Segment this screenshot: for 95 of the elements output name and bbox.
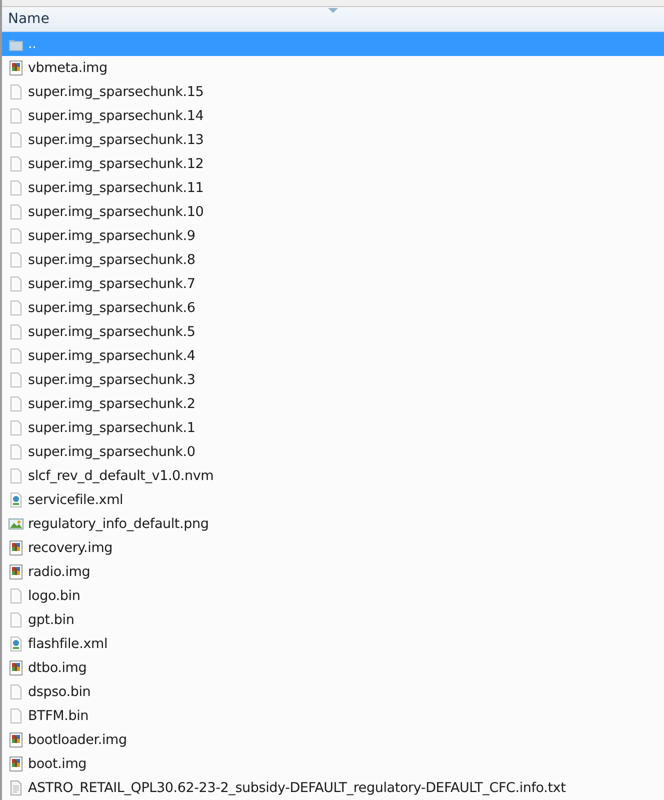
file-row[interactable]: recovery.img	[2, 536, 664, 560]
file-row[interactable]: super.img_sparsechunk.7	[2, 272, 664, 296]
file-name: logo.bin	[28, 588, 80, 604]
file-row[interactable]: bootloader.img	[2, 728, 664, 752]
image-file-icon	[8, 516, 24, 532]
file-row[interactable]: super.img_sparsechunk.6	[2, 296, 664, 320]
file-name: super.img_sparsechunk.8	[28, 252, 196, 268]
file-name: super.img_sparsechunk.2	[28, 396, 196, 412]
file-name: BTFM.bin	[28, 708, 88, 724]
file-icon	[8, 396, 24, 412]
archive-icon	[8, 564, 24, 580]
file-row[interactable]: super.img_sparsechunk.15	[2, 80, 664, 104]
file-name: super.img_sparsechunk.1	[28, 420, 196, 436]
file-row[interactable]: radio.img	[2, 560, 664, 584]
file-name: super.img_sparsechunk.0	[28, 444, 196, 460]
file-icon	[8, 444, 24, 460]
xml-file-icon	[8, 636, 24, 652]
file-icon	[8, 84, 24, 100]
file-icon	[8, 108, 24, 124]
file-row[interactable]: super.img_sparsechunk.1	[2, 416, 664, 440]
file-name: super.img_sparsechunk.12	[28, 156, 204, 172]
file-name: boot.img	[28, 756, 87, 772]
file-row[interactable]: super.img_sparsechunk.4	[2, 344, 664, 368]
file-row[interactable]: gpt.bin	[2, 608, 664, 632]
file-icon	[8, 372, 24, 388]
text-file-icon	[8, 780, 24, 796]
file-name: dtbo.img	[28, 660, 87, 676]
file-name: super.img_sparsechunk.14	[28, 108, 204, 124]
file-icon	[8, 228, 24, 244]
file-icon	[8, 300, 24, 316]
file-row[interactable]: dtbo.img	[2, 656, 664, 680]
file-row[interactable]: super.img_sparsechunk.11	[2, 176, 664, 200]
file-row[interactable]: super.img_sparsechunk.5	[2, 320, 664, 344]
file-name: super.img_sparsechunk.3	[28, 372, 196, 388]
file-icon	[8, 684, 24, 700]
xml-file-icon	[8, 492, 24, 508]
file-row[interactable]: super.img_sparsechunk.10	[2, 200, 664, 224]
file-row[interactable]: ASTRO_RETAIL_QPL30.62-23-2_subsidy-DEFAULT_regulatory-DEFAULT_CFC.info.txt	[2, 776, 664, 800]
file-name: super.img_sparsechunk.15	[28, 84, 204, 100]
file-row[interactable]: super.img_sparsechunk.3	[2, 368, 664, 392]
file-row[interactable]: regulatory_info_default.png	[2, 512, 664, 536]
file-icon	[8, 180, 24, 196]
file-name: super.img_sparsechunk.9	[28, 228, 196, 244]
file-icon	[8, 132, 24, 148]
file-name: super.img_sparsechunk.6	[28, 300, 196, 316]
file-icon	[8, 612, 24, 628]
file-name: servicefile.xml	[28, 492, 124, 508]
file-name: super.img_sparsechunk.4	[28, 348, 196, 364]
file-name: super.img_sparsechunk.13	[28, 132, 204, 148]
file-row[interactable]: super.img_sparsechunk.0	[2, 440, 664, 464]
file-icon	[8, 588, 24, 604]
archive-icon	[8, 732, 24, 748]
file-name: slcf_rev_d_default_v1.0.nvm	[28, 468, 214, 484]
file-name: regulatory_info_default.png	[28, 516, 209, 532]
file-name: flashfile.xml	[28, 636, 108, 652]
column-header[interactable]: Name	[2, 7, 56, 31]
file-icon	[8, 156, 24, 172]
file-icon	[8, 468, 24, 484]
file-row[interactable]: BTFM.bin	[2, 704, 664, 728]
file-row[interactable]: super.img_sparsechunk.9	[2, 224, 664, 248]
file-icon	[8, 204, 24, 220]
file-name: radio.img	[28, 564, 90, 580]
file-row[interactable]: servicefile.xml	[2, 488, 664, 512]
file-name: super.img_sparsechunk.11	[28, 180, 204, 196]
file-row[interactable]: logo.bin	[2, 584, 664, 608]
file-row[interactable]: super.img_sparsechunk.8	[2, 248, 664, 272]
file-name: dspso.bin	[28, 684, 91, 700]
file-name: vbmeta.img	[28, 60, 108, 76]
archive-icon	[8, 660, 24, 676]
file-name: recovery.img	[28, 540, 113, 556]
file-row[interactable]: super.img_sparsechunk.13	[2, 128, 664, 152]
file-row[interactable]: boot.img	[2, 752, 664, 776]
archive-icon	[8, 60, 24, 76]
archive-icon	[8, 540, 24, 556]
file-icon	[8, 708, 24, 724]
file-row[interactable]: super.img_sparsechunk.2	[2, 392, 664, 416]
file-row[interactable]: super.img_sparsechunk.14	[2, 104, 664, 128]
file-icon	[8, 420, 24, 436]
file-row[interactable]: super.img_sparsechunk.12	[2, 152, 664, 176]
archive-icon	[8, 756, 24, 772]
file-icon	[8, 348, 24, 364]
file-row[interactable]: vbmeta.img	[2, 56, 664, 80]
file-row[interactable]: slcf_rev_d_default_v1.0.nvm	[2, 464, 664, 488]
file-name: super.img_sparsechunk.7	[28, 276, 196, 292]
file-icon	[8, 324, 24, 340]
file-name: bootloader.img	[28, 732, 127, 748]
file-row[interactable]: dspso.bin	[2, 680, 664, 704]
file-name: super.img_sparsechunk.5	[28, 324, 196, 340]
file-row[interactable]: flashfile.xml	[2, 632, 664, 656]
file-name: super.img_sparsechunk.10	[28, 204, 204, 220]
file-icon	[8, 252, 24, 268]
file-name: gpt.bin	[28, 612, 74, 628]
file-icon	[8, 276, 24, 292]
file-name: ASTRO_RETAIL_QPL30.62-23-2_subsidy-DEFAULT_regulatory-DEFAULT_CFC.info.txt	[28, 780, 566, 796]
file-name: ..	[28, 36, 36, 52]
